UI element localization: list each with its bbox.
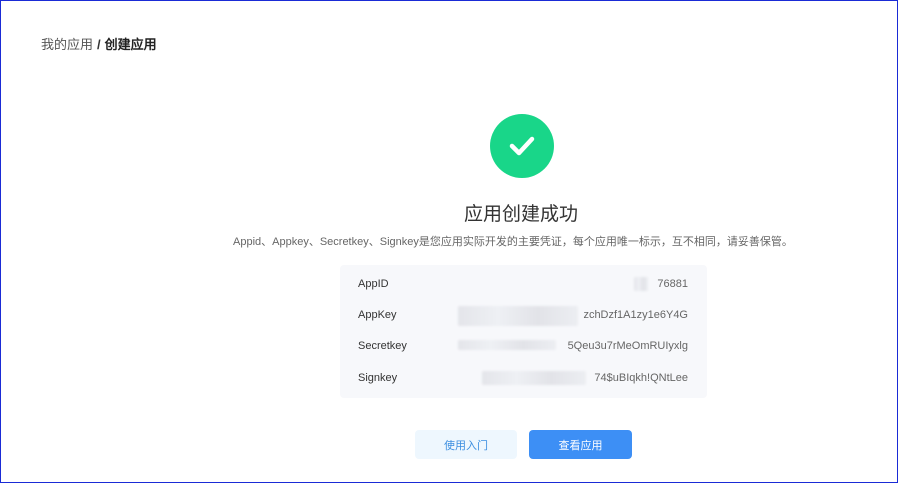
breadcrumb: 我的应用 / 创建应用 bbox=[41, 34, 157, 53]
credential-label: Secretkey bbox=[358, 340, 407, 352]
credential-row-secretkey: Secretkey 5Qeu3u7rMeOmRUIyxlg bbox=[340, 336, 707, 356]
page-frame: 我的应用 / 创建应用 应用创建成功 Appid、Appkey、Secretkey、… bbox=[0, 0, 898, 483]
breadcrumb-parent-link[interactable]: 我的应用 bbox=[41, 37, 93, 52]
credential-label: Signkey bbox=[358, 372, 398, 384]
breadcrumb-separator: / bbox=[97, 37, 101, 52]
credential-row-appkey: AppKey zchDzf1A1zy1e6Y4G bbox=[340, 305, 707, 326]
redaction-mask bbox=[458, 306, 578, 326]
check-circle-icon bbox=[490, 114, 554, 178]
getting-started-button[interactable]: 使用入门 bbox=[415, 430, 517, 459]
view-app-button[interactable]: 查看应用 bbox=[529, 430, 632, 459]
credential-label: AppID bbox=[358, 278, 389, 290]
credential-value: 5Qeu3u7rMeOmRUIyxlg bbox=[567, 340, 688, 352]
redaction-mask bbox=[634, 277, 648, 291]
credential-label: AppKey bbox=[358, 309, 397, 321]
credential-value: 74$uBIqkh!QNtLee bbox=[594, 372, 688, 384]
credentials-panel: AppID 76881 AppKey zchDzf1A1zy1e6Y4G Sec… bbox=[340, 265, 707, 398]
result-title: 应用创建成功 bbox=[463, 204, 578, 225]
result-description: Appid、Appkey、Secretkey、Signkey是您应用实际开发的主… bbox=[233, 236, 793, 248]
breadcrumb-current: 创建应用 bbox=[104, 37, 157, 52]
redaction-mask bbox=[458, 340, 556, 350]
credential-row-signkey: Signkey 74$uBIqkh!QNtLee bbox=[340, 368, 707, 388]
redaction-mask bbox=[482, 371, 586, 385]
credential-value: 76881 bbox=[657, 278, 688, 290]
credential-value: zchDzf1A1zy1e6Y4G bbox=[583, 309, 688, 321]
credential-row-appid: AppID 76881 bbox=[340, 274, 707, 294]
